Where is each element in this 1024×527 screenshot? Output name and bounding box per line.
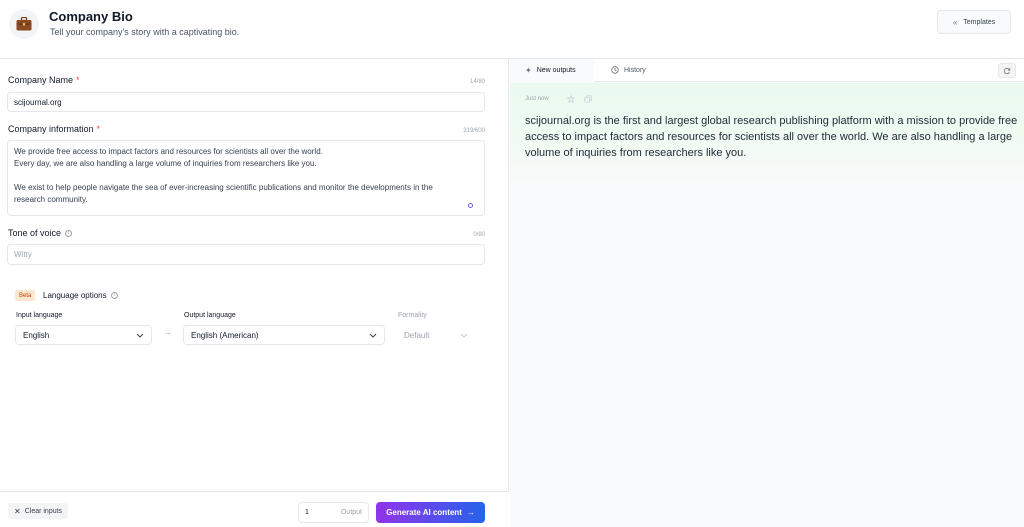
copy-icon[interactable] [583, 94, 592, 103]
tab-label: New outputs [536, 67, 576, 74]
tab-label: History [624, 67, 646, 74]
company-info-line: Every day, we are also handling a large … [14, 159, 317, 168]
company-info-label: Company information * [8, 124, 101, 134]
company-info-line: research community. [14, 195, 88, 204]
generate-button-label: Generate AI content [386, 508, 462, 517]
refresh-button[interactable] [998, 63, 1016, 78]
output-timestamp: Just now [525, 96, 549, 102]
formality-label: Formality [398, 312, 427, 319]
output-language-label: Output language [184, 312, 236, 319]
company-info-line: We provide free access to impact factors… [14, 147, 323, 156]
grammar-check-icon[interactable] [468, 203, 473, 208]
company-name-input[interactable]: scijournal.org [7, 92, 485, 112]
output-count-value: 1 [305, 509, 309, 516]
briefcase-icon [9, 9, 39, 39]
tone-label: Tone of voice i [8, 228, 73, 238]
formality-select[interactable]: Default [397, 325, 475, 345]
info-icon[interactable]: i [110, 292, 118, 300]
formality-value: Default [404, 330, 430, 340]
company-name-counter: 14/80 [469, 79, 485, 85]
input-language-value: English [23, 330, 50, 340]
tab-new-outputs[interactable]: ✦ New outputs [510, 59, 594, 82]
tab-history[interactable]: History [611, 59, 671, 82]
output-tabs: ✦ New outputs History [510, 59, 1024, 82]
arrow-right-icon: → [466, 508, 475, 517]
sparkle-icon: ✦ [525, 66, 532, 75]
clock-icon [611, 65, 619, 76]
input-language-label: Input language [16, 312, 63, 319]
clear-inputs-button[interactable]: ✕ Clear inputs [8, 503, 69, 519]
output-count-input[interactable]: 1 Output [298, 502, 369, 523]
page-title: Company Bio [49, 9, 133, 24]
output-card: Just now scijournal.org is the first and… [510, 83, 1024, 183]
chevron-down-icon [460, 331, 468, 340]
required-mark: * [96, 124, 101, 134]
company-info-textarea[interactable]: We provide free access to impact factors… [7, 140, 485, 216]
input-language-select[interactable]: English [15, 325, 152, 345]
language-options-title: Language options i [43, 291, 118, 300]
chevron-down-icon [369, 331, 377, 340]
output-panel: ✦ New outputs History Just now scijourna… [510, 59, 1024, 527]
tone-input[interactable]: Witty [7, 244, 485, 265]
generated-output-text: scijournal.org is the first and largest … [525, 115, 1018, 159]
tone-counter: 0/80 [473, 232, 485, 238]
beta-badge: Beta [15, 290, 36, 301]
output-language-select[interactable]: English (American) [183, 325, 385, 345]
chevron-down-icon [136, 331, 144, 340]
output-language-value: English (American) [191, 330, 259, 340]
info-icon[interactable]: i [65, 230, 73, 238]
form-footer: ✕ Clear inputs 1 Output Generate AI cont… [0, 491, 509, 527]
close-icon: ✕ [14, 506, 21, 516]
company-info-counter: 319/600 [463, 128, 485, 134]
company-info-line [14, 170, 478, 182]
page-header: Company Bio Tell your company's story wi… [0, 0, 1024, 59]
generate-button[interactable]: Generate AI content → [376, 502, 485, 523]
chevrons-left-icon: « [952, 17, 958, 27]
templates-button[interactable]: « Templates [937, 10, 1011, 34]
input-panel: Company Name * 14/80 scijournal.org Compa… [0, 59, 509, 527]
star-icon[interactable] [566, 94, 575, 103]
refresh-icon [1003, 62, 1011, 80]
company-name-label: Company Name * [8, 75, 80, 85]
arrow-right-icon: → [163, 327, 172, 337]
company-info-line: We exist to help people navigate the sea… [14, 183, 433, 192]
clear-inputs-label: Clear inputs [24, 507, 63, 515]
required-mark: * [76, 75, 80, 85]
page-subtitle: Tell your company's story with a captiva… [50, 27, 240, 37]
output-count-label: Output [340, 509, 362, 516]
templates-button-label: Templates [963, 18, 996, 26]
